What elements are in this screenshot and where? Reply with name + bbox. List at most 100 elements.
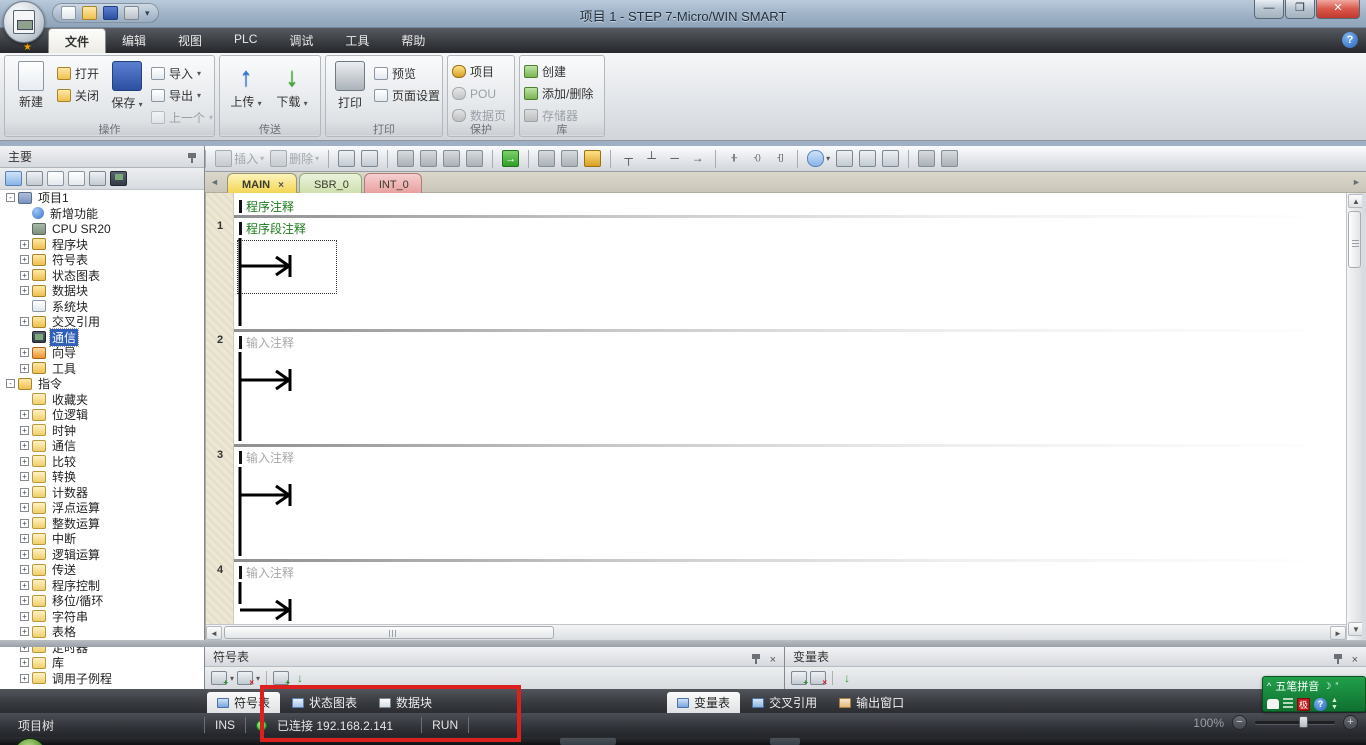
clear-bookmarks-button[interactable] xyxy=(464,149,485,168)
tree-item-通信[interactable]: +通信 xyxy=(0,438,204,454)
ime-punct-icon[interactable]: ” xyxy=(1335,681,1338,691)
symbol-table-icon[interactable] xyxy=(5,171,22,186)
library-add-remove-button[interactable]: 添加/删除 xyxy=(524,84,593,103)
tree-expander-icon[interactable]: + xyxy=(20,457,29,466)
tree-item-新增功能[interactable]: 新增功能 xyxy=(0,206,204,222)
tree-item-CPU SR20[interactable]: CPU SR20 xyxy=(0,221,204,237)
box-button[interactable]: -[ ] xyxy=(769,149,790,168)
scrollbar-thumb[interactable] xyxy=(1348,211,1361,268)
save-button[interactable]: 保存 ▾ xyxy=(105,61,149,111)
ime-hand-icon[interactable] xyxy=(1267,699,1279,709)
menu-tab-调试[interactable]: 调试 xyxy=(273,28,329,53)
tree-item-比较[interactable]: +比较 xyxy=(0,454,204,470)
ime-grid-icon[interactable] xyxy=(1283,698,1293,710)
edit-symbol-button[interactable] xyxy=(916,149,937,168)
tree-item-位逻辑[interactable]: +位逻辑 xyxy=(0,407,204,423)
app-menu-button[interactable] xyxy=(3,1,45,43)
tree-item-计数器[interactable]: +计数器 xyxy=(0,485,204,501)
tree-item-系统块[interactable]: 系统块 xyxy=(0,299,204,315)
tree-expander-icon[interactable]: + xyxy=(20,534,29,543)
pin-icon[interactable] xyxy=(188,153,196,158)
edit-table-button[interactable] xyxy=(857,149,878,168)
open-button[interactable]: 打开 xyxy=(57,64,99,83)
tree-item-库[interactable]: +库 xyxy=(0,655,204,671)
ladder-network-graphic[interactable] xyxy=(238,352,358,449)
zoom-slider[interactable] xyxy=(1255,721,1335,724)
apply-project-button[interactable] xyxy=(939,149,960,168)
tree-expander-icon[interactable]: + xyxy=(20,519,29,528)
tree-item-调用子例程[interactable]: +调用子例程 xyxy=(0,671,204,687)
horizontal-scrollbar[interactable]: ◄ ► xyxy=(206,624,1346,640)
line-left-button[interactable]: ─ xyxy=(664,149,685,168)
tree-item-工具[interactable]: +工具 xyxy=(0,361,204,377)
start-button[interactable] xyxy=(14,738,46,745)
export-button[interactable]: 导出▾ xyxy=(151,86,201,105)
pin-icon[interactable] xyxy=(752,654,760,659)
line-up-button[interactable]: ┴ xyxy=(641,149,662,168)
import-button[interactable]: 导入▾ xyxy=(151,64,201,83)
menu-tab-文件[interactable]: 文件 xyxy=(48,28,106,53)
tree-expander-icon[interactable]: + xyxy=(20,426,29,435)
insert-row-icon[interactable]: + xyxy=(791,671,807,685)
scroll-left-icon[interactable]: ◄ xyxy=(206,626,222,640)
tree-expander-icon[interactable]: + xyxy=(20,596,29,605)
ime-stamp-icon[interactable]: 极 xyxy=(1297,698,1310,711)
tree-expander-icon[interactable]: + xyxy=(20,503,29,512)
tree-item-程序块[interactable]: +程序块 xyxy=(0,237,204,253)
address-tag-button[interactable]: ▾ xyxy=(805,149,832,168)
tree-item-交叉引用[interactable]: +交叉引用 xyxy=(0,314,204,330)
ime-collapse-icon[interactable]: ^ xyxy=(1267,681,1271,691)
tree-item-字符串[interactable]: +字符串 xyxy=(0,609,204,625)
tree-item-状态图表[interactable]: +状态图表 xyxy=(0,268,204,284)
zoom-slider-thumb[interactable] xyxy=(1299,716,1308,728)
tree-item-中断[interactable]: +中断 xyxy=(0,531,204,547)
ladder-network-graphic[interactable] xyxy=(238,467,358,564)
customize-quick-access-icon[interactable]: ▾ xyxy=(145,8,150,19)
upload-button[interactable]: ↑上传 ▾ xyxy=(224,61,268,110)
network-comment[interactable]: 输入注释 xyxy=(246,449,294,466)
tree-item-收藏夹[interactable]: 收藏夹 xyxy=(0,392,204,408)
new-table-icon[interactable]: + xyxy=(211,671,227,685)
menu-tab-帮助[interactable]: 帮助 xyxy=(385,28,441,53)
tree-expander-icon[interactable]: + xyxy=(20,286,29,295)
tree-item-指令[interactable]: -指令 xyxy=(0,376,204,392)
program-comment[interactable]: 程序注释 xyxy=(246,198,294,215)
tree-expander-icon[interactable]: + xyxy=(20,565,29,574)
tree-expander-icon[interactable]: - xyxy=(6,193,15,202)
tree-expander-icon[interactable]: + xyxy=(20,364,29,373)
save-icon[interactable] xyxy=(103,6,118,20)
print-icon[interactable] xyxy=(124,6,139,20)
tab-scroll-left-icon[interactable]: ◄ xyxy=(208,175,221,190)
tree-expander-icon[interactable]: + xyxy=(20,674,29,683)
ladder-network-graphic[interactable] xyxy=(238,582,358,626)
tree-expander-icon[interactable]: + xyxy=(20,550,29,559)
next-bookmark-button[interactable] xyxy=(418,149,439,168)
help-icon[interactable]: ? xyxy=(1342,32,1358,48)
data-block-icon[interactable] xyxy=(47,171,64,186)
tree-item-时钟[interactable]: +时钟 xyxy=(0,423,204,439)
delete-table-icon[interactable]: × xyxy=(237,671,253,685)
tab-scroll-right-icon[interactable]: ► xyxy=(1350,175,1363,190)
vertical-scrollbar[interactable]: ▲ ▼ xyxy=(1346,193,1362,640)
tree-expander-icon[interactable]: + xyxy=(20,581,29,590)
insert-row-icon[interactable]: + xyxy=(273,671,289,685)
add-lock-button[interactable] xyxy=(582,149,603,168)
taskbar-item[interactable] xyxy=(770,738,800,745)
tree-item-表格[interactable]: +表格 xyxy=(0,624,204,640)
tree-item-项目1[interactable]: -项目1 xyxy=(0,190,204,206)
line-down-button[interactable]: ┬ xyxy=(618,149,639,168)
tree-expander-icon[interactable]: + xyxy=(20,441,29,450)
table-view-button[interactable] xyxy=(834,149,855,168)
pin-icon[interactable] xyxy=(1334,654,1342,659)
lock-pou-button[interactable] xyxy=(536,149,557,168)
new-icon[interactable] xyxy=(61,6,76,20)
system-block-icon[interactable] xyxy=(68,171,85,186)
ime-help-icon[interactable]: ? xyxy=(1314,698,1327,711)
program-status-button[interactable] xyxy=(336,149,357,168)
download-button[interactable]: ↓下载 ▾ xyxy=(270,61,314,110)
network-comment[interactable]: 输入注释 xyxy=(246,564,294,581)
tree-item-通信[interactable]: 通信 xyxy=(0,330,204,346)
tree-expander-icon[interactable]: + xyxy=(20,240,29,249)
menu-tab-工具[interactable]: 工具 xyxy=(329,28,385,53)
tree-expander-icon[interactable]: + xyxy=(20,658,29,667)
